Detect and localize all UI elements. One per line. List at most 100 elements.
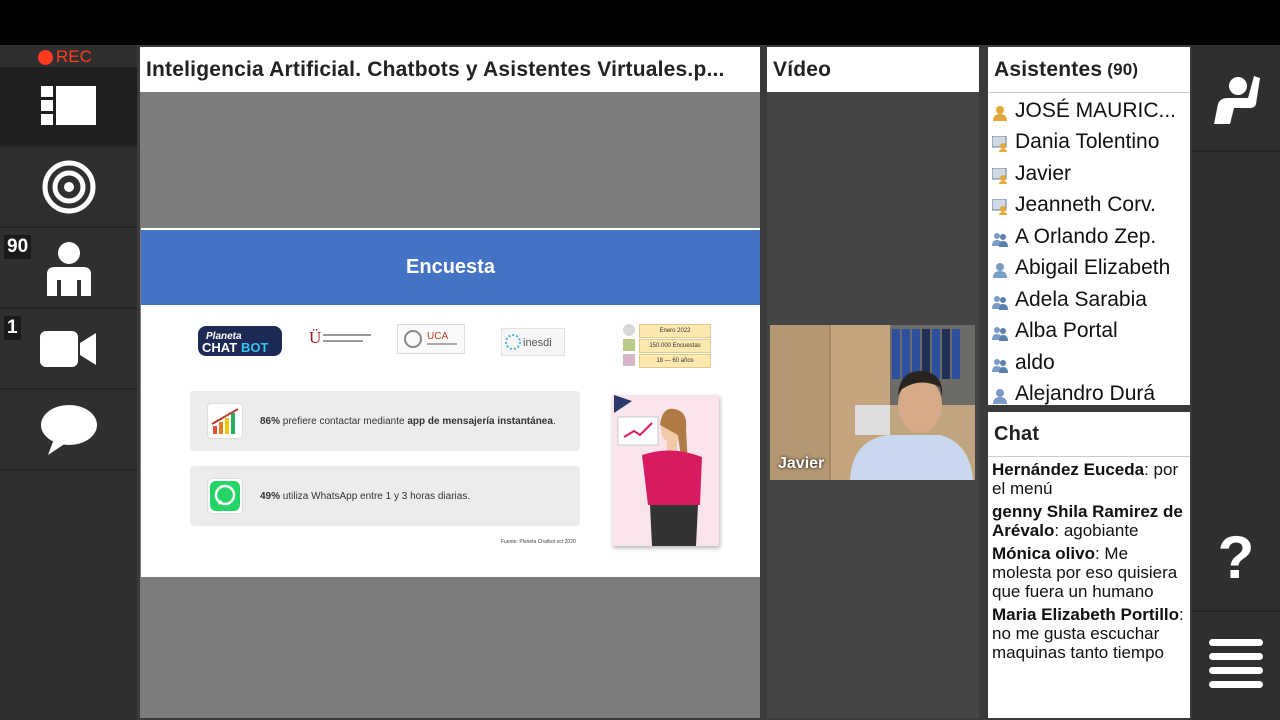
fact-1-body: prefiere contactar mediante	[280, 415, 408, 427]
attendee-name: Alejandro Durá	[1015, 382, 1156, 405]
svg-text:inesdi: inesdi	[523, 337, 552, 349]
attendees-count: (90)	[1107, 59, 1139, 79]
chat-author: Hernández Euceda	[992, 460, 1145, 479]
recording-indicator: REC	[38, 47, 92, 67]
survey-date: Enero 2022	[639, 324, 711, 338]
raise-hand-button[interactable]	[1192, 45, 1280, 152]
layout-icon	[40, 86, 96, 125]
attendees-header: Asistentes (90)	[988, 47, 1190, 93]
target-icon	[42, 160, 95, 213]
chat-message: Maria Elizabeth Portillo: no me gusta es…	[992, 605, 1188, 662]
left-toolbar: REC 90 1	[0, 45, 137, 720]
users-icon	[992, 229, 1008, 247]
question-mark-icon: ?	[1217, 523, 1255, 591]
svg-text:BOT: BOT	[241, 340, 269, 355]
people-icon	[623, 339, 635, 351]
uca-logo: UCA	[397, 324, 465, 354]
chat-button[interactable]	[0, 390, 137, 471]
growth-chart-icon	[207, 403, 243, 439]
raise-hand-icon	[1214, 75, 1260, 124]
presentation-slide: Encuesta Planeta CHAT BOT Ü UCA inesdi E…	[141, 228, 760, 577]
attendee-row[interactable]: aldo	[988, 347, 1174, 379]
attendee-row[interactable]: Abigail Elizabeth	[988, 253, 1174, 285]
whatsapp-icon	[207, 478, 243, 514]
attendee-name: A Orlando Zep.	[1015, 224, 1157, 248]
chat-message: Mónica olivo: Me molesta por eso quisier…	[992, 544, 1188, 601]
menu-icon	[1209, 639, 1263, 688]
svg-text:Ü: Ü	[309, 328, 321, 347]
attendees-panel: Asistentes (90) JOSÉ MAURIC... Dania Tol…	[988, 47, 1190, 405]
planeta-chatbot-logo: Planeta CHAT BOT	[196, 323, 284, 359]
chat-bubble-icon	[40, 404, 97, 455]
user-icon	[992, 386, 1008, 405]
attendee-row[interactable]: JOSÉ MAURIC...	[988, 95, 1174, 127]
fact-messaging: 86% prefiere contactar mediante app de m…	[190, 391, 580, 451]
menu-button[interactable]	[1192, 612, 1280, 718]
users-icon	[992, 323, 1008, 342]
attendee-name: Dania Tolentino	[1015, 130, 1160, 154]
inesdi-logo: inesdi	[501, 328, 565, 356]
chat-panel: Chat Hernández Euceda: por el menú genny…	[988, 412, 1190, 718]
fact-1-percent: 86%	[260, 415, 281, 427]
attendee-row[interactable]: Dania Tolentino	[988, 127, 1174, 159]
urjc-logo: Ü	[307, 326, 377, 352]
speaker-name: Javier	[778, 455, 825, 472]
webcam-feed[interactable]: Javier	[770, 325, 975, 480]
svg-text:UCA: UCA	[427, 331, 448, 342]
slide-source: Fuente: Planeta Chatbot oct 2020	[501, 539, 576, 545]
help-button[interactable]: ?	[1192, 505, 1280, 612]
calendar-icon	[623, 324, 635, 336]
chat-message: Hernández Euceda: por el menú	[992, 460, 1188, 498]
presentation-title: Inteligencia Artificial. Chatbots y Asis…	[140, 47, 760, 92]
users-icon	[992, 292, 1008, 310]
chat-text: : agobiante	[1054, 521, 1139, 540]
users-icon	[992, 355, 1008, 373]
screen-user-icon	[991, 197, 1008, 216]
video-camera-icon	[39, 330, 96, 367]
attendee-row[interactable]: A Orlando Zep.	[988, 221, 1174, 253]
fact-2-text: 49% utiliza WhatsApp entre 1 y 3 horas d…	[260, 491, 470, 502]
chat-messages[interactable]: Hernández Euceda: por el menú genny Shil…	[992, 460, 1188, 716]
attendee-row[interactable]: Jeanneth Corv.	[988, 190, 1174, 222]
woman-illustration	[612, 395, 719, 546]
record-dot-icon	[38, 49, 53, 65]
fact-1-highlight: app de mensajería instantánea	[407, 415, 553, 427]
attendee-name: Abigail Elizabeth	[1015, 256, 1171, 280]
survey-size: 150.000 Encuestas	[639, 339, 711, 353]
attendee-row[interactable]: Javier	[988, 158, 1174, 190]
fact-2-body: utiliza WhatsApp entre 1 y 3 horas diari…	[280, 490, 471, 502]
broadcast-button[interactable]	[0, 147, 137, 228]
attendee-name: Adela Sarabia	[1015, 287, 1147, 311]
attendee-name: aldo	[1015, 350, 1055, 374]
presenter-icon	[992, 103, 1008, 121]
participants-count-badge: 90	[4, 235, 32, 259]
chat-author: Mónica olivo	[992, 544, 1095, 563]
attendee-row[interactable]: Alejandro Durá	[988, 379, 1174, 405]
fact-1-end: .	[552, 415, 556, 427]
video-panel-title: Vídeo	[767, 47, 979, 92]
person-icon	[46, 241, 91, 296]
screen-user-icon	[991, 166, 1008, 184]
attendee-row[interactable]: Adela Sarabia	[988, 284, 1174, 316]
fact-2-percent: 49%	[260, 490, 281, 502]
attendee-name: Jeanneth Corv.	[1015, 193, 1156, 217]
layout-button[interactable]	[0, 67, 137, 147]
right-toolbar: ?	[1192, 45, 1280, 720]
chat-author: Maria Elizabeth Portillo	[992, 605, 1180, 624]
attendee-name: Javier	[1015, 161, 1072, 185]
age-icon	[623, 354, 635, 366]
screen-user-icon	[991, 134, 1008, 153]
top-bar	[0, 0, 1280, 45]
fact-1-text: 86% prefiere contactar mediante app de m…	[260, 416, 556, 427]
attendees-list: JOSÉ MAURIC... Dania Tolentino Javier Je…	[988, 95, 1190, 405]
cameras-count-badge: 1	[4, 316, 21, 340]
attendees-title: Asistentes	[994, 57, 1103, 81]
recording-label: REC	[56, 47, 92, 66]
chat-message: genny Shila Ramirez de Arévalo: agobiant…	[992, 502, 1188, 540]
attendee-name: JOSÉ MAURIC...	[1015, 98, 1174, 122]
attendee-row[interactable]: Alba Portal	[988, 316, 1174, 348]
attendee-name: Alba Portal	[1015, 319, 1118, 343]
svg-text:CHAT: CHAT	[202, 340, 237, 355]
survey-age: 18 — 60 años	[639, 354, 711, 368]
survey-stats: Enero 2022 150.000 Encuestas 18 — 60 año…	[623, 324, 711, 370]
